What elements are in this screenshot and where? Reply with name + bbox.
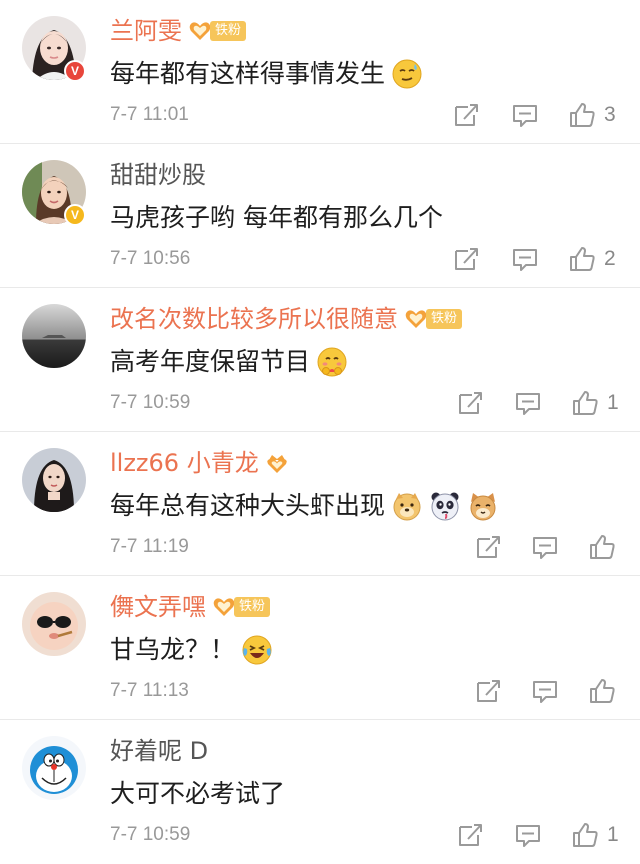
comment-list: V 兰阿雯 铁粉 每年都有这样得事情发生 7-7 11:01 3 V 甜甜炒股 … [0,0,640,864]
avatar[interactable] [22,592,86,656]
comment-text: 每年总有这种大头虾出现 [110,491,386,520]
fan-heart-icon [405,310,427,328]
share-icon [459,392,482,414]
share-icon [477,536,500,558]
comment-time: 7-7 11:01 [110,104,189,125]
username[interactable]: 甜甜炒股 [110,158,206,192]
laugh-cry-emoji [241,634,273,666]
avatar[interactable] [22,304,86,368]
like-count: 1 [607,391,619,414]
comment-item: llzz66 小青龙 每年总有这种大头虾出现 7-7 11:19 [0,432,640,576]
like-count: 1 [607,823,619,846]
comment-item: 好着呢 D 大可不必考试了 7-7 10:59 1 [0,720,640,864]
share-button[interactable] [456,820,484,850]
share-button[interactable] [452,100,480,130]
avatar[interactable] [22,448,86,512]
like-button[interactable] [588,676,616,706]
thumbs-up-icon [590,535,615,559]
comment-button[interactable] [511,244,539,274]
comment-icon [513,105,537,127]
verified-badge: V [64,204,86,226]
comment-text: 大可不必考试了 [110,779,286,808]
thumbs-up-icon [570,103,595,127]
thumbs-up-icon [573,391,598,415]
comment-icon [533,537,557,559]
like-button[interactable]: 1 [571,820,619,850]
comment-icon [516,393,540,415]
comment-text: 马虎孩子哟 每年都有那么几个 [110,203,443,232]
share-icon [459,824,482,846]
doge-emoji [391,490,423,522]
cat-emoji [467,490,499,522]
comment-button[interactable] [514,388,542,418]
hug-emoji [316,346,348,378]
comment-time: 7-7 11:13 [110,680,189,701]
comment-text: 每年都有这样得事情发生 [110,59,386,88]
like-button[interactable] [588,532,616,562]
comment-button[interactable] [531,676,559,706]
fan-badge-label: 铁粉 [426,309,463,329]
username[interactable]: 儛文弄嘿 [110,590,206,624]
share-icon [455,104,478,126]
comment-button[interactable] [511,100,539,130]
fan-badge-label: 铁粉 [234,597,271,617]
share-button[interactable] [456,388,484,418]
comment-button[interactable] [514,820,542,850]
username[interactable]: llzz66 小青龙 [110,446,259,480]
comment-time: 7-7 11:19 [110,536,189,557]
comment-time: 7-7 10:59 [110,824,191,845]
username[interactable]: 改名次数比较多所以很随意 [110,302,398,336]
comment-icon [516,825,540,847]
fan-badge-label: 铁粉 [210,21,247,41]
share-icon [455,248,478,270]
comment-icon [513,249,537,271]
sweat-smile-emoji [391,58,423,90]
fan-badge: 铁粉 [188,18,247,44]
thumbs-up-icon [590,679,615,703]
fan-badge: 铁粉 [404,306,463,332]
avatar[interactable] [22,736,86,800]
share-button[interactable] [474,532,502,562]
fan-heart-icon [189,22,211,40]
comment-time: 7-7 10:56 [110,248,191,269]
panda-emoji [429,490,461,522]
thumbs-up-icon [573,823,598,847]
like-count: 3 [604,103,616,126]
comment-button[interactable] [531,532,559,562]
comment-item: V 甜甜炒股 马虎孩子哟 每年都有那么几个 7-7 10:56 2 [0,144,640,288]
comment-icon [533,681,557,703]
comment-time: 7-7 10:59 [110,392,191,413]
like-button[interactable]: 1 [571,388,619,418]
username[interactable]: 兰阿雯 [110,14,182,48]
comment-item: 改名次数比较多所以很随意 铁粉 高考年度保留节目 7-7 10:59 1 [0,288,640,432]
share-icon [477,680,500,702]
fan-badge: 铁粉 [212,594,271,620]
thumbs-up-icon [570,247,595,271]
comment-text: 高考年度保留节目 [110,347,311,376]
share-button[interactable] [452,244,480,274]
like-button[interactable]: 2 [568,244,616,274]
member-badge [265,450,289,476]
comment-text: 甘乌龙？！ [110,635,236,664]
username[interactable]: 好着呢 D [110,734,208,768]
comment-item: 儛文弄嘿 铁粉 甘乌龙？！ 7-7 11:13 [0,576,640,720]
like-count: 2 [604,247,616,270]
fan-heart-icon [213,598,235,616]
verified-badge: V [64,60,86,82]
crown-heart-icon [267,455,287,473]
like-button[interactable]: 3 [568,100,616,130]
comment-item: V 兰阿雯 铁粉 每年都有这样得事情发生 7-7 11:01 3 [0,0,640,144]
share-button[interactable] [474,676,502,706]
